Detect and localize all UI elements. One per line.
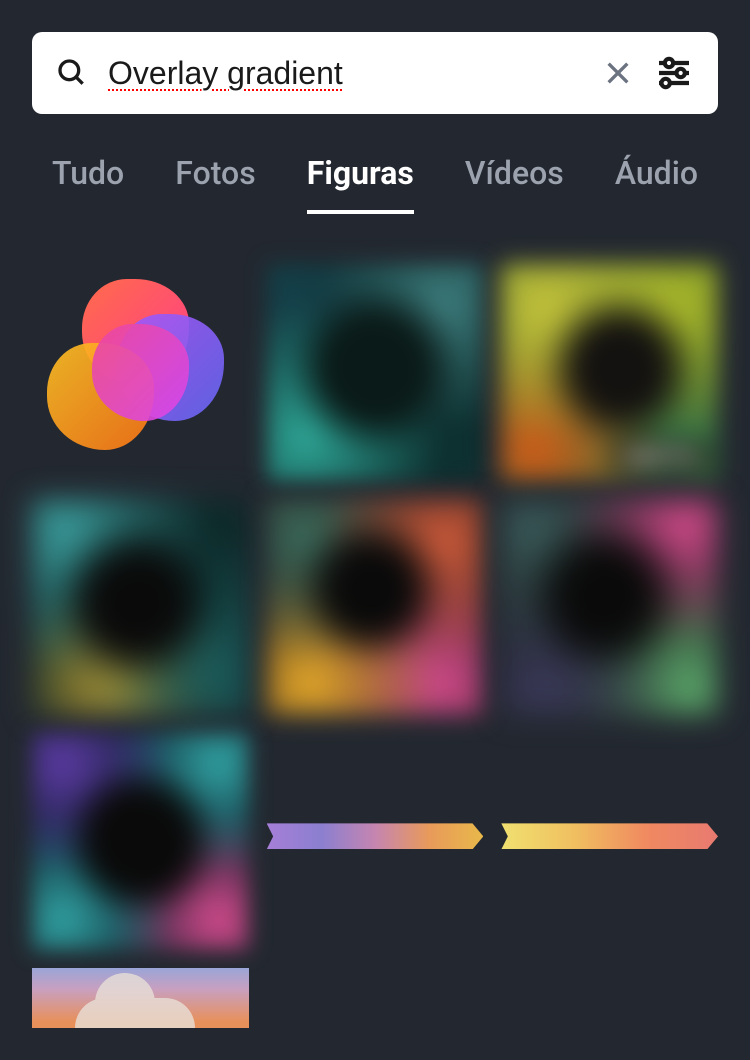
search-bar — [32, 32, 718, 114]
result-gradient-pink-green[interactable] — [501, 499, 718, 716]
category-tabs: Tudo Fotos Figuras Vídeos Áudio — [32, 154, 718, 214]
tab-videos[interactable]: Vídeos — [465, 154, 564, 214]
result-gradient-strip-yellow[interactable] — [501, 823, 718, 849]
result-gradient-teal[interactable] — [267, 264, 484, 481]
tab-fotos[interactable]: Fotos — [175, 154, 255, 214]
search-icon — [56, 57, 88, 89]
tab-audio[interactable]: Áudio — [615, 154, 698, 214]
result-gradient-blob[interactable] — [32, 264, 249, 481]
clear-search-icon[interactable] — [602, 57, 634, 89]
cloud-shape — [75, 998, 195, 1028]
result-gradient-teal-yellow[interactable] — [32, 499, 249, 716]
result-gradient-olive[interactable]: GRÁTIS — [501, 264, 718, 481]
result-gradient-frame[interactable] — [32, 733, 249, 950]
blob-shape — [43, 275, 238, 470]
result-gradient-multicolor[interactable] — [267, 499, 484, 716]
search-input[interactable] — [108, 55, 582, 92]
free-badge: GRÁTIS — [611, 441, 710, 473]
tab-figuras[interactable]: Figuras — [307, 154, 414, 214]
results-grid: GRÁTIS — [32, 264, 718, 1028]
filter-icon[interactable] — [654, 53, 694, 93]
result-gradient-sky[interactable] — [32, 968, 249, 1028]
tab-tudo[interactable]: Tudo — [52, 154, 124, 214]
result-gradient-strip-purple[interactable] — [267, 823, 484, 849]
